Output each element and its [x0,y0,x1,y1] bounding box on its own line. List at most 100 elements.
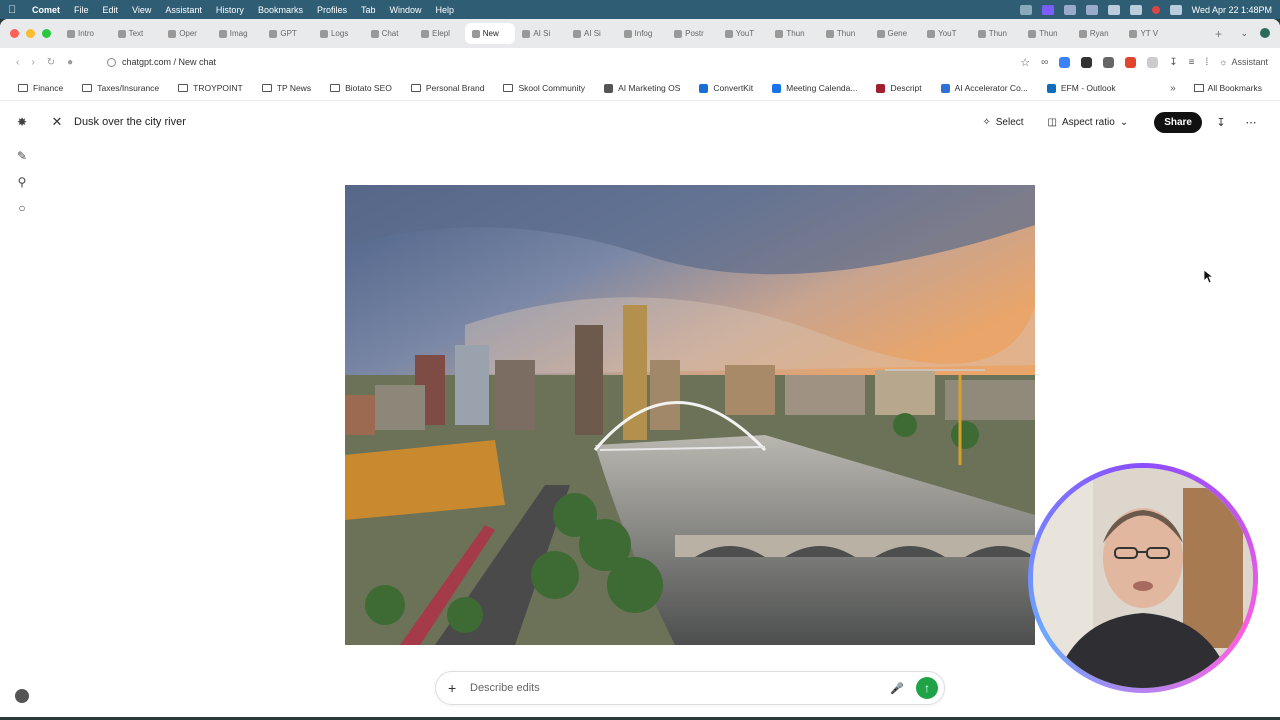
menu-file[interactable]: File [74,5,89,15]
maximize-window-icon[interactable] [42,29,51,38]
bookmark-item[interactable]: Meeting Calenda... [772,83,857,93]
browser-tab[interactable]: YT V [1122,23,1173,44]
menu-history[interactable]: History [216,5,244,15]
extension-icon[interactable] [1103,56,1115,68]
search-icon[interactable] [1129,4,1142,15]
back-icon[interactable]: ‹ [16,57,19,68]
select-label: Select [995,116,1024,128]
chat-bubble-icon[interactable]: ○ [15,201,29,215]
all-bookmarks-button[interactable]: All Bookmarks [1193,83,1262,93]
browser-tab[interactable]: Intro [60,23,111,44]
browser-tab[interactable]: Postr [667,23,718,44]
browser-tab[interactable]: New [464,23,516,44]
browser-tab[interactable]: GPT [262,23,313,44]
bookmark-item[interactable]: Finance [18,83,63,93]
bookmark-item[interactable]: TROYPOINT [178,83,243,93]
add-attachment-icon[interactable]: + [448,680,460,696]
bookmark-item[interactable]: Taxes/Insurance [82,83,159,93]
generated-image[interactable] [345,185,1035,645]
extension-icon[interactable] [1063,4,1076,15]
menu-profiles[interactable]: Profiles [317,5,347,15]
battery-icon[interactable] [1085,4,1098,15]
bookmark-item[interactable]: AI Marketing OS [604,83,680,93]
reload-icon[interactable]: ↻ [47,57,55,68]
browser-tab[interactable]: YouT [718,23,769,44]
more-options-icon[interactable]: ⋯ [1240,116,1262,129]
bookmark-item[interactable]: TP News [261,83,311,93]
browser-tab[interactable]: Logs [313,23,364,44]
browser-tab[interactable]: AI Si [515,23,566,44]
menu-help[interactable]: Help [436,5,455,15]
extension-icon[interactable] [1147,56,1159,68]
bookmark-item[interactable]: AI Accelerator Co... [940,83,1028,93]
tab-favicon-icon [67,29,75,38]
user-avatar[interactable] [15,689,29,703]
star-icon[interactable]: ☆ [1020,56,1030,69]
aspect-ratio-button[interactable]: ◫ Aspect ratio ⌄ [1040,112,1137,133]
browser-tab[interactable]: Imag [212,23,263,44]
browser-tab[interactable]: Text [111,23,162,44]
openai-logo-icon[interactable]: ✸ [15,115,29,129]
browser-tab[interactable]: Infog [617,23,668,44]
menu-app-name[interactable]: Comet [32,5,60,15]
close-icon[interactable]: ✕ [44,114,70,130]
menu-edit[interactable]: Edit [103,5,119,15]
bookmark-item[interactable]: Personal Brand [410,83,484,93]
assistant-button[interactable]: ☼ Assistant [1219,57,1268,67]
download-icon[interactable]: ↧ [1210,116,1232,129]
menu-tab[interactable]: Tab [361,5,376,15]
browser-tab[interactable]: Ryan [1072,23,1123,44]
browser-tab[interactable]: Thun [971,23,1022,44]
browser-tab[interactable]: Thun [768,23,819,44]
browser-tab[interactable]: Gene [870,23,921,44]
menu-view[interactable]: View [132,5,151,15]
browser-tab[interactable]: Oper [161,23,212,44]
extension-icon[interactable] [1125,56,1137,68]
share-button[interactable]: Share [1154,111,1202,133]
screen-record-icon[interactable] [1019,4,1032,15]
site-info-icon[interactable] [107,57,116,67]
menu-lines-icon[interactable]: ≡ [1189,57,1195,68]
browser-tab[interactable]: Chat [364,23,415,44]
voice-icon[interactable]: ● [67,57,73,68]
browser-tab[interactable]: AI Si [566,23,617,44]
select-button[interactable]: ✧ Select [974,112,1031,133]
minimize-window-icon[interactable] [26,29,35,38]
describe-edits-input[interactable] [470,682,891,694]
control-center-icon[interactable] [1169,4,1182,15]
address-bar[interactable]: chatgpt.com / New chat [107,57,1020,67]
bookmark-item[interactable]: Descript [876,83,922,93]
bookmark-item[interactable]: ConvertKit [699,83,753,93]
bookmark-item[interactable]: Skool Community [503,83,585,93]
profile-icon[interactable] [1260,28,1270,38]
browser-tab[interactable]: Thun [1021,23,1072,44]
extension-icon[interactable] [1059,56,1071,68]
new-tab-icon[interactable]: + [1206,27,1230,41]
bookmark-item[interactable]: Biotato SEO [330,83,392,93]
menu-window[interactable]: Window [389,5,421,15]
bookmark-favicon-icon [876,83,886,93]
extension-icon[interactable] [1081,56,1093,68]
wifi-icon[interactable] [1107,4,1120,15]
link-icon[interactable]: ∞ [1041,57,1048,68]
browser-tab[interactable]: Thun [819,23,870,44]
menu-assistant[interactable]: Assistant [165,5,202,15]
bookmark-item[interactable]: EFM - Outlook [1046,83,1116,93]
chevron-down-icon[interactable]: ⌄ [1240,28,1248,39]
microphone-icon[interactable]: 🎤 [890,682,904,695]
browser-tab[interactable]: Elepl [414,23,465,44]
more-bookmarks-icon[interactable]: » [1170,83,1176,94]
download-icon[interactable]: ↧ [1169,57,1177,68]
menu-bookmarks[interactable]: Bookmarks [258,5,303,15]
recorder-icon[interactable] [1041,4,1054,15]
record-dot-icon[interactable] [1151,5,1160,14]
send-button[interactable]: ↑ [916,677,938,699]
search-icon[interactable]: ⚲ [15,175,29,189]
new-chat-icon[interactable]: ✎ [15,149,29,163]
apple-icon[interactable]:  [8,4,22,16]
audio-icon[interactable]: ⁞ [1205,57,1208,68]
forward-icon[interactable]: › [31,57,34,68]
close-window-icon[interactable] [10,29,19,38]
browser-tab[interactable]: YouT [920,23,971,44]
menu-datetime[interactable]: Wed Apr 22 1:48PM [1192,5,1272,15]
